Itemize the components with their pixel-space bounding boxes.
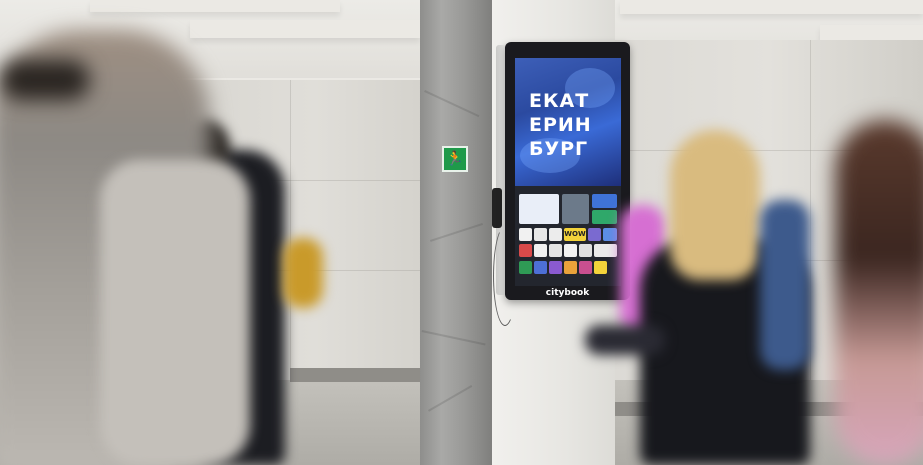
blurred-sunglasses [0, 60, 90, 100]
blurred-person-right-edge [835, 120, 923, 465]
handset-icon [492, 188, 502, 228]
tile [534, 261, 547, 274]
tile [549, 261, 562, 274]
app-tiles-grid: WOW [519, 194, 617, 276]
tile [594, 261, 607, 274]
exit-sign: 🏃 [442, 146, 468, 172]
tile [549, 244, 562, 257]
blurred-blue-coat [760, 200, 810, 370]
subway-station-scene: 🏃 ЕКАТ ЕРИН БУРГ WOW citybook [0, 0, 923, 465]
wow-badge: WOW [564, 228, 586, 241]
kiosk-brand-label: citybook [545, 288, 590, 298]
blurred-blonde-hair [670, 130, 760, 280]
tile [519, 244, 532, 257]
tile [549, 228, 562, 241]
wall-joint [290, 80, 291, 380]
tile [579, 244, 592, 257]
tile [603, 228, 617, 241]
ceiling-beam [90, 0, 340, 12]
tile [588, 228, 601, 241]
digital-kiosk: ЕКАТ ЕРИН БУРГ WOW citybook [505, 42, 630, 300]
blurred-yellow-bag [283, 238, 323, 308]
screen-word-3: БУРГ [529, 138, 589, 160]
tile [519, 228, 532, 241]
tile [594, 244, 617, 257]
running-exit-icon: 🏃 [446, 151, 464, 167]
tile [564, 261, 577, 274]
blurred-arm [585, 325, 665, 355]
wall-joint [810, 40, 811, 420]
screen-word-1: ЕКАТ [529, 90, 590, 112]
tile [562, 194, 589, 224]
tile [519, 261, 532, 274]
tile [592, 210, 617, 224]
tile [534, 244, 547, 257]
tile [579, 261, 592, 274]
baseboard [290, 368, 420, 382]
screen-hero: ЕКАТ ЕРИН БУРГ [515, 58, 621, 186]
blurred-coat [100, 160, 250, 465]
tile [519, 194, 559, 224]
screen-word-2: ЕРИН [529, 114, 592, 136]
tile [564, 244, 577, 257]
tile [592, 194, 617, 208]
tile [534, 228, 547, 241]
ceiling-beam [190, 20, 420, 38]
kiosk-screen: ЕКАТ ЕРИН БУРГ WOW [515, 58, 621, 286]
ceiling-beam [620, 0, 923, 14]
